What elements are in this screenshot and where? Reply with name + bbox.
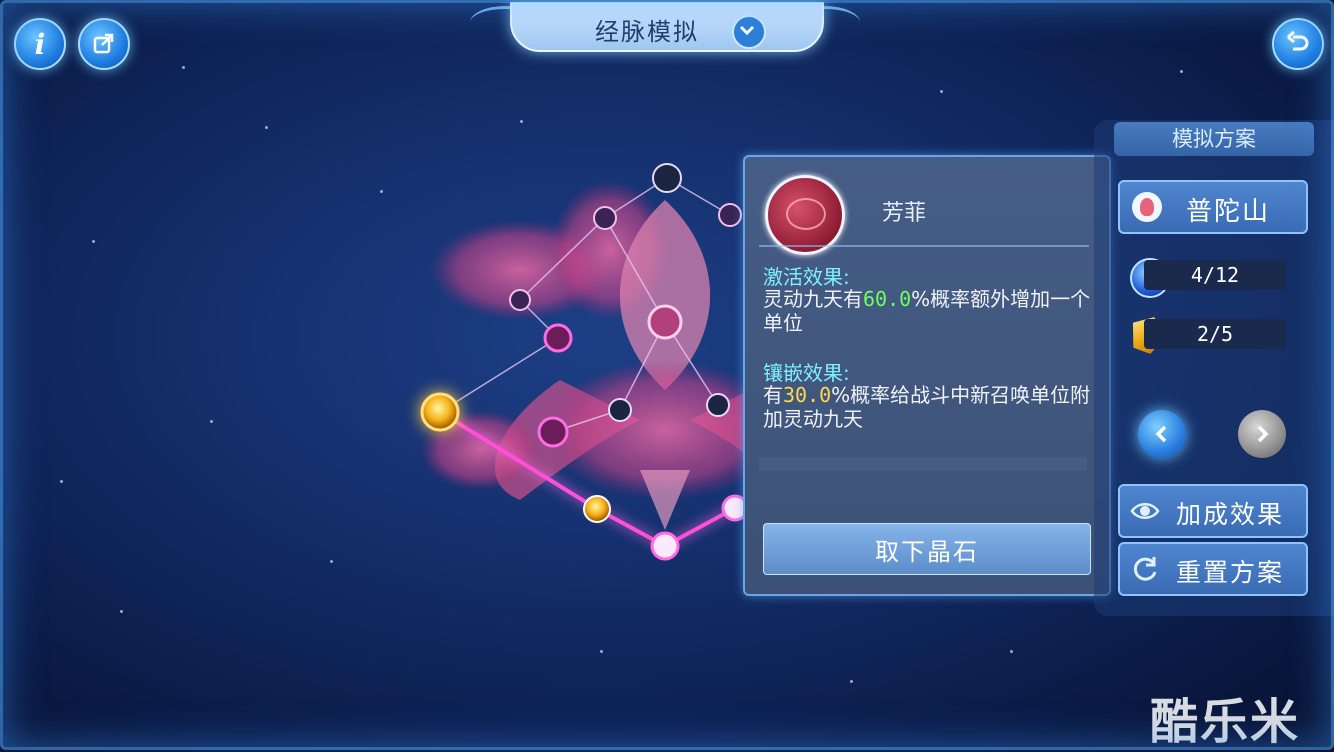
node-upper-right bbox=[718, 203, 742, 227]
share-button[interactable] bbox=[78, 18, 130, 70]
points-counter: 4/12 bbox=[1144, 260, 1286, 290]
node-lit-1 bbox=[543, 323, 573, 353]
inlay-text: 有30.0%概率给战斗中新召唤单位附加灵动九天 bbox=[763, 383, 1093, 431]
title-plate[interactable]: 经脉模拟 bbox=[510, 2, 824, 52]
node-gem-1 bbox=[583, 495, 611, 523]
activation-text: 灵动九天有60.0%概率额外增加一个单位 bbox=[763, 287, 1093, 335]
node-center bbox=[647, 304, 683, 340]
info-icon: i bbox=[34, 27, 46, 61]
inlay-text-before: 有 bbox=[763, 383, 783, 407]
plan-side-panel: 模拟方案 普陀山 4/12 2/5 加成效果 重置方案 bbox=[1094, 120, 1334, 616]
crystal-counter: 2/5 bbox=[1144, 319, 1286, 349]
school-select-button[interactable]: 普陀山 bbox=[1118, 180, 1308, 234]
activation-value: 60.0 bbox=[863, 287, 912, 311]
next-button[interactable] bbox=[1238, 410, 1286, 458]
node-mid-left bbox=[608, 398, 632, 422]
node-lit-2 bbox=[537, 416, 569, 448]
panel-band bbox=[759, 457, 1087, 471]
gem-detail-panel: 芳菲 激活效果: 灵动九天有60.0%概率额外增加一个单位 镶嵌效果: 有30.… bbox=[743, 155, 1111, 596]
inlay-value: 30.0 bbox=[783, 383, 832, 407]
chevron-down-icon bbox=[739, 25, 755, 36]
node-mid-right bbox=[706, 393, 730, 417]
remove-gem-button[interactable]: 取下晶石 bbox=[763, 523, 1091, 575]
gem-name: 芳菲 bbox=[882, 201, 927, 226]
panel-divider bbox=[759, 245, 1089, 247]
activation-title: 激活效果: bbox=[763, 265, 850, 289]
share-icon bbox=[93, 33, 114, 54]
lotus-icon bbox=[1132, 192, 1162, 222]
chevron-right-icon bbox=[1257, 425, 1269, 443]
activation-text-before: 灵动九天有 bbox=[763, 287, 863, 311]
node-selected bbox=[420, 392, 460, 432]
info-button[interactable]: i bbox=[14, 18, 66, 70]
reset-plan-label: 重置方案 bbox=[1176, 558, 1285, 587]
node-gem-2 bbox=[650, 531, 680, 561]
chevron-left-icon bbox=[1155, 425, 1167, 443]
bonus-effect-label: 加成效果 bbox=[1176, 500, 1285, 529]
return-icon bbox=[1287, 31, 1309, 51]
bonus-effect-button[interactable]: 加成效果 bbox=[1118, 484, 1308, 538]
title-bar: 经脉模拟 bbox=[470, 0, 860, 52]
refresh-icon bbox=[1133, 557, 1157, 581]
node-top bbox=[652, 163, 682, 193]
title-dropdown[interactable] bbox=[732, 15, 766, 49]
node-left-wing bbox=[509, 289, 531, 311]
school-label: 普陀山 bbox=[1186, 197, 1271, 227]
eye-icon bbox=[1130, 503, 1160, 519]
plan-title: 模拟方案 bbox=[1114, 122, 1314, 156]
inlay-title: 镶嵌效果: bbox=[763, 361, 850, 385]
gem-avatar bbox=[765, 175, 845, 255]
prev-button[interactable] bbox=[1138, 410, 1186, 458]
back-button[interactable] bbox=[1272, 18, 1324, 70]
watermark: 酷乐米 bbox=[1150, 694, 1301, 750]
node-upper-left bbox=[593, 206, 617, 230]
reset-plan-button[interactable]: 重置方案 bbox=[1118, 542, 1308, 596]
